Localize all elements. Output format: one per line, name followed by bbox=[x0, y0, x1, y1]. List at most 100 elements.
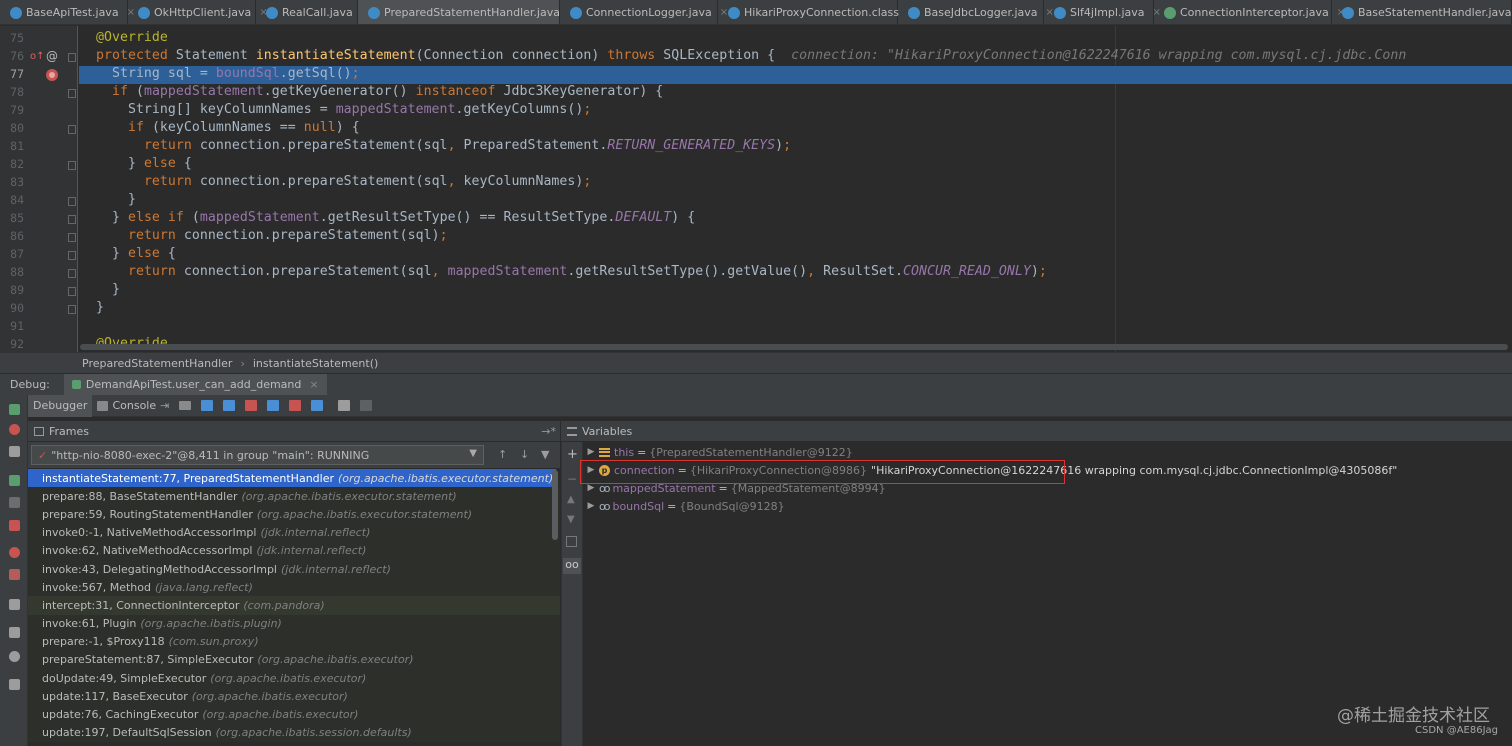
frame-row[interactable]: update:76, CachingExecutor (org.apache.ib… bbox=[28, 705, 560, 724]
frames-list[interactable]: instantiateStatement:77, PreparedStateme… bbox=[28, 469, 560, 746]
fold-marker-icon[interactable] bbox=[68, 125, 76, 134]
view-breakpoints-icon[interactable] bbox=[9, 424, 20, 435]
mute-breakpoints-icon[interactable] bbox=[9, 569, 20, 580]
line-number[interactable]: 76 bbox=[8, 49, 24, 63]
frame-row[interactable]: invoke:62, NativeMethodAccessorImpl (jdk.… bbox=[28, 541, 560, 560]
breadcrumb-class[interactable]: PreparedStatementHandler bbox=[82, 357, 232, 370]
debug-session-tab[interactable]: DemandApiTest.user_can_add_demand × bbox=[63, 373, 327, 396]
tab-hikariproxyconnection-class[interactable]: HikariProxyConnection.class× bbox=[718, 0, 915, 24]
code-line-82[interactable]: } else { bbox=[96, 156, 192, 171]
fold-marker-icon[interactable] bbox=[68, 251, 76, 260]
expand-arrow-icon[interactable]: ▶ bbox=[583, 501, 599, 511]
frame-row[interactable]: prepare:-1, $Proxy118 (com.sun.proxy) bbox=[28, 632, 560, 651]
expand-arrow-icon[interactable]: ▶ bbox=[583, 483, 599, 493]
line-number[interactable]: 75 bbox=[8, 31, 24, 45]
code-line-83[interactable]: return connection.prepareStatement(sql, … bbox=[96, 174, 591, 189]
line-number[interactable]: 83 bbox=[8, 175, 24, 189]
code-line-75[interactable]: @Override bbox=[96, 30, 168, 45]
tab-basejdbclogger-java[interactable]: BaseJdbcLogger.java × bbox=[898, 0, 1054, 24]
code-line-89[interactable]: } bbox=[96, 282, 120, 297]
line-number[interactable]: 77 bbox=[8, 67, 24, 81]
pause-icon[interactable] bbox=[9, 497, 20, 508]
line-number[interactable]: 91 bbox=[8, 319, 24, 333]
resume-icon[interactable] bbox=[9, 475, 20, 486]
variable-row[interactable]: ▶ oo boundSql = {BoundSql@9128} bbox=[583, 497, 789, 515]
frame-row[interactable]: invoke:567, Method (java.lang.reflect) bbox=[28, 578, 560, 597]
line-number[interactable]: 87 bbox=[8, 247, 24, 261]
settings-icon[interactable] bbox=[9, 446, 20, 457]
frame-row[interactable]: doUpdate:49, SimpleExecutor (org.apache.i… bbox=[28, 669, 560, 688]
frame-row[interactable]: update:197, DefaultSqlSession (org.apache… bbox=[28, 723, 560, 742]
rerun-icon[interactable] bbox=[9, 404, 20, 415]
code-line-76[interactable]: protected Statement instantiateStatement… bbox=[96, 48, 1406, 63]
frame-row[interactable]: invoke:43, DelegatingMethodAccessorImpl(… bbox=[28, 559, 560, 579]
line-number[interactable]: 89 bbox=[8, 283, 24, 297]
fold-marker-icon[interactable] bbox=[68, 233, 76, 242]
move-down-icon[interactable]: ▼ bbox=[567, 514, 575, 525]
evaluate-expression-icon[interactable] bbox=[338, 400, 351, 411]
editor-gutter[interactable]: 75 76 77 78 79 80 81 82 83 84 85 86 87 88 89 90 91 92 bbox=[0, 26, 78, 352]
breakpoint-icon[interactable] bbox=[46, 69, 58, 81]
fold-marker-icon[interactable] bbox=[68, 89, 76, 98]
frame-row[interactable]: invoke:61, Plugin (org.apache.ibatis.plug… bbox=[28, 614, 560, 633]
code-line-77[interactable]: String sql = boundSql.getSql(); bbox=[96, 66, 360, 81]
expand-arrow-icon[interactable]: ▶ bbox=[583, 465, 599, 475]
code-line-84[interactable]: } bbox=[96, 192, 136, 207]
line-number[interactable]: 80 bbox=[8, 121, 24, 135]
line-number[interactable]: 78 bbox=[8, 85, 24, 99]
fold-marker-icon[interactable] bbox=[68, 287, 76, 296]
thread-selector[interactable]: ✓ "http-nio-8080-exec-2"@8,411 in group … bbox=[31, 445, 484, 465]
step-into-icon[interactable] bbox=[223, 400, 236, 411]
layout-icon[interactable] bbox=[9, 627, 20, 638]
run-to-cursor-icon[interactable] bbox=[311, 400, 324, 411]
stop-icon[interactable] bbox=[9, 520, 20, 531]
code-line-78[interactable]: if (mappedStatement.getKeyGenerator() in… bbox=[96, 84, 663, 99]
frame-row[interactable]: invoke0:-1, NativeMethodAccessorImpl (jdk… bbox=[28, 523, 560, 542]
code-line-81[interactable]: return connection.prepareStatement(sql, … bbox=[96, 138, 791, 153]
line-number[interactable]: 84 bbox=[8, 193, 24, 207]
tab-preparedstatementhandler-java[interactable]: PreparedStatementHandler.java bbox=[358, 0, 560, 24]
line-number[interactable]: 92 bbox=[8, 337, 24, 351]
restore-layout-icon[interactable]: →* bbox=[541, 425, 556, 438]
trace-icon[interactable] bbox=[360, 400, 373, 411]
breadcrumb-method[interactable]: instantiateStatement() bbox=[253, 357, 378, 370]
variable-row[interactable]: ▶ oo mappedStatement = {MappedStatement@8994… bbox=[583, 479, 890, 497]
code-line-87[interactable]: } else { bbox=[96, 246, 176, 261]
tab-baseapitest-java[interactable]: BaseApiTest.java × bbox=[0, 0, 135, 24]
line-number[interactable]: 86 bbox=[8, 229, 24, 243]
fold-marker-icon[interactable] bbox=[68, 161, 76, 170]
line-number[interactable]: 90 bbox=[8, 301, 24, 315]
expand-arrow-icon[interactable]: ▶ bbox=[583, 447, 599, 457]
new-watch-icon[interactable]: + bbox=[567, 447, 578, 462]
tab-debugger[interactable]: Debugger bbox=[28, 394, 93, 417]
frame-row[interactable]: intercept:31, ConnectionInterceptor (com.… bbox=[28, 596, 560, 615]
breakpoints-icon[interactable] bbox=[9, 547, 20, 558]
frame-row[interactable]: update:117, BaseExecutor (org.apache.ibat… bbox=[28, 687, 560, 706]
line-number[interactable]: 85 bbox=[8, 211, 24, 225]
frame-row[interactable]: prepare:88, BaseStatementHandler (org.apa… bbox=[28, 487, 560, 506]
override-marker-icon[interactable]: o↑ bbox=[30, 51, 45, 62]
fold-marker-icon[interactable] bbox=[68, 215, 76, 224]
pin-icon[interactable] bbox=[9, 679, 20, 690]
force-step-into-icon[interactable] bbox=[245, 400, 258, 411]
tab-okhttpclient-java[interactable]: OkHttpClient.java × bbox=[128, 0, 268, 24]
tab-console[interactable]: Console ⇥ bbox=[92, 395, 174, 417]
step-out-icon[interactable] bbox=[267, 400, 280, 411]
code-line-90[interactable]: } bbox=[96, 300, 104, 315]
code-line-86[interactable]: return connection.prepareStatement(sql); bbox=[96, 228, 448, 243]
code-line-85[interactable]: } else if (mappedStatement.getResultSetT… bbox=[96, 210, 695, 225]
step-over-icon[interactable] bbox=[201, 400, 214, 411]
tab-connectioninterceptor-java[interactable]: ConnectionInterceptor.java × bbox=[1154, 0, 1345, 24]
tab-realcall-java[interactable]: RealCall.java× bbox=[256, 0, 369, 24]
code-line-80[interactable]: if (keyColumnNames == null) { bbox=[96, 120, 360, 135]
show-watches-icon[interactable]: oo bbox=[563, 558, 581, 574]
code-line-88[interactable]: return connection.prepareStatement(sql, … bbox=[96, 264, 1047, 279]
fold-marker-icon[interactable] bbox=[68, 305, 76, 314]
filter-icon[interactable]: ▼ bbox=[541, 448, 549, 461]
drop-frame-icon[interactable] bbox=[289, 400, 302, 411]
editor-horizontal-scrollbar[interactable] bbox=[80, 344, 1508, 350]
line-number[interactable]: 81 bbox=[8, 139, 24, 153]
previous-frame-icon[interactable]: ↑ bbox=[498, 448, 507, 461]
line-number[interactable]: 79 bbox=[8, 103, 24, 117]
frame-row[interactable]: instantiateStatement:77, PreparedStateme… bbox=[28, 469, 556, 488]
